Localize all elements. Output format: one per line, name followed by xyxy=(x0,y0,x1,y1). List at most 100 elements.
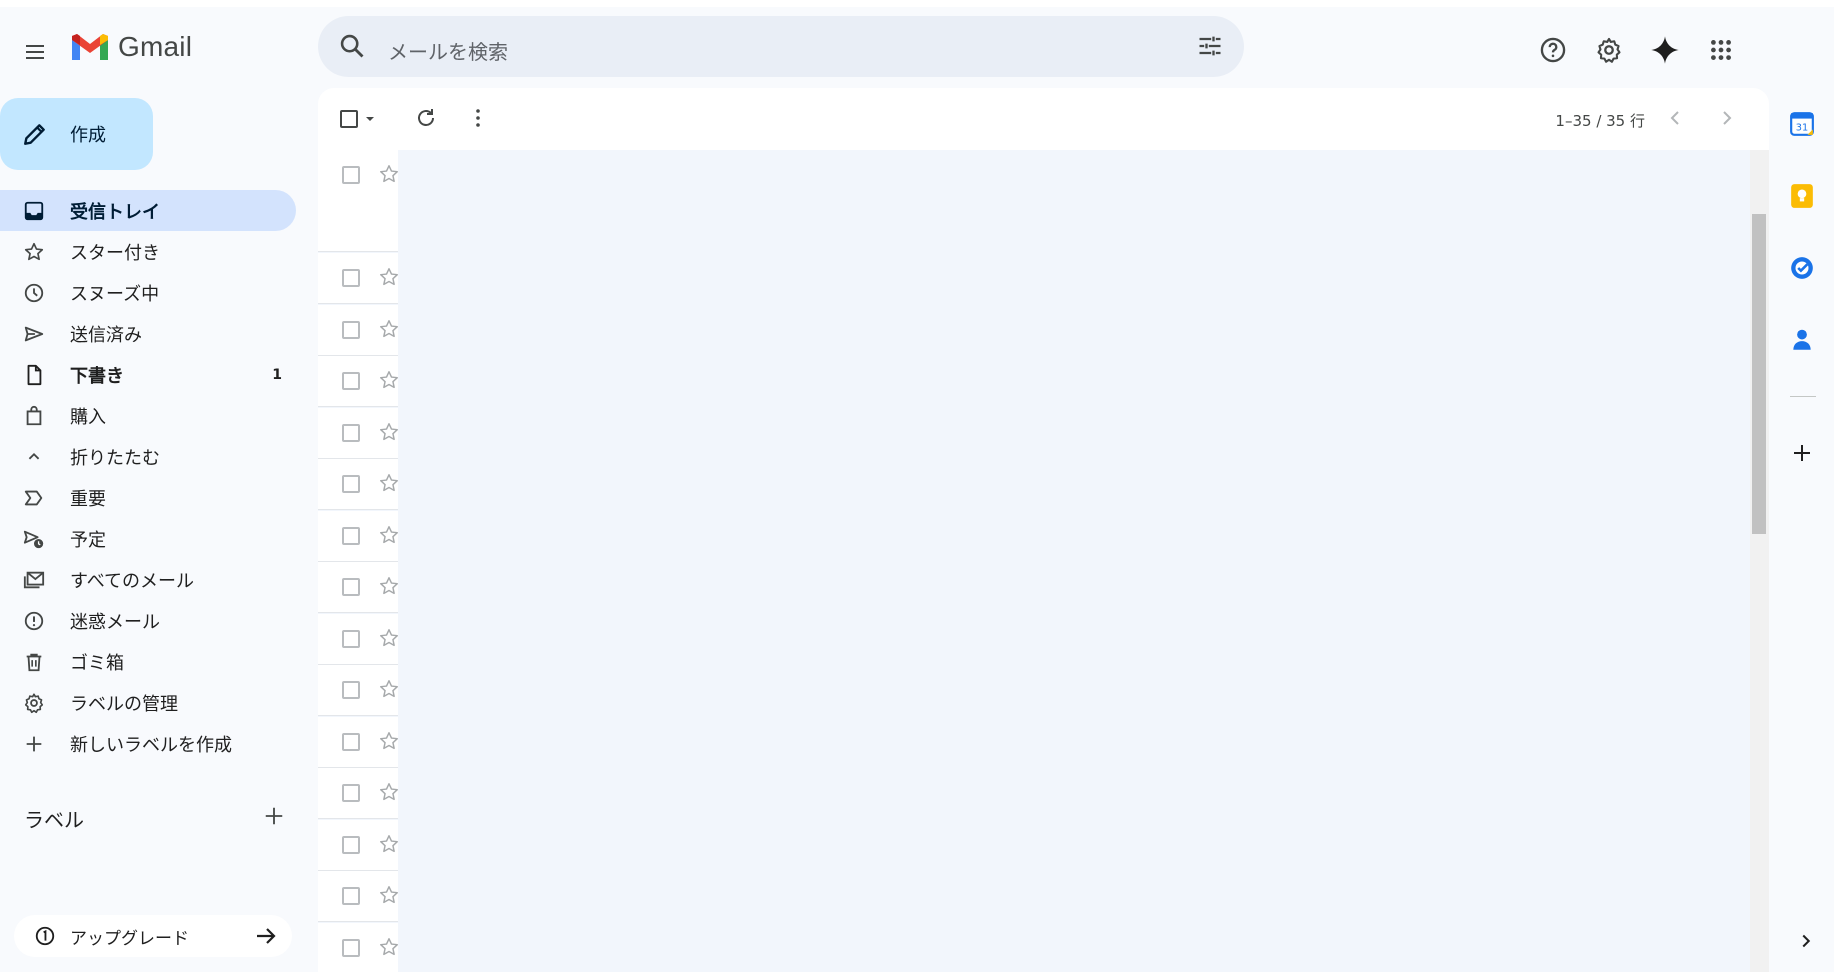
list-item[interactable] xyxy=(318,305,398,356)
star-icon[interactable] xyxy=(378,627,400,649)
sidebar-item-all-mail[interactable]: すべてのメール xyxy=(0,559,296,600)
star-icon[interactable] xyxy=(378,884,400,906)
sidebar-item-spam[interactable]: 迷惑メール xyxy=(0,600,296,641)
storage-alert-icon xyxy=(35,926,55,946)
get-addons-button[interactable] xyxy=(1782,433,1822,473)
sidebar-item-create-label[interactable]: 新しいラベルを作成 xyxy=(0,723,296,764)
list-item[interactable] xyxy=(318,511,398,562)
star-icon[interactable] xyxy=(378,266,400,288)
star-icon[interactable] xyxy=(378,781,400,803)
scrollbar[interactable] xyxy=(1750,150,1769,972)
compose-button[interactable]: 作成 xyxy=(0,98,153,170)
calendar-addon[interactable]: 31 xyxy=(1782,104,1822,144)
sidebar-item-snoozed[interactable]: スヌーズ中 xyxy=(0,272,296,313)
sidebar-item-inbox[interactable]: 受信トレイ xyxy=(0,190,296,231)
list-item[interactable] xyxy=(318,820,398,871)
list-item[interactable] xyxy=(318,717,398,768)
gear-icon xyxy=(22,691,46,715)
tasks-addon[interactable] xyxy=(1782,248,1822,288)
list-item[interactable] xyxy=(318,150,398,252)
plus-icon xyxy=(265,807,283,825)
inbox-icon xyxy=(22,199,46,223)
list-item[interactable] xyxy=(318,356,398,407)
refresh-button[interactable] xyxy=(414,106,438,134)
hide-side-panel-button[interactable] xyxy=(1795,930,1817,956)
add-label-button[interactable] xyxy=(260,802,288,830)
star-icon[interactable] xyxy=(378,936,400,958)
sidebar-item-manage-labels[interactable]: ラベルの管理 xyxy=(0,682,296,723)
row-checkbox[interactable] xyxy=(342,836,360,854)
row-checkbox[interactable] xyxy=(342,475,360,493)
calendar-icon: 31 xyxy=(1790,112,1814,136)
star-icon[interactable] xyxy=(378,730,400,752)
keep-addon[interactable] xyxy=(1782,176,1822,216)
sidebar-item-sent[interactable]: 送信済み xyxy=(0,313,296,354)
newer-button[interactable] xyxy=(1715,106,1739,134)
select-all-checkbox[interactable] xyxy=(340,110,376,128)
scheduled-icon xyxy=(22,527,46,551)
list-item[interactable] xyxy=(318,923,398,972)
sidebar-item-purchases[interactable]: 購入 xyxy=(0,395,296,436)
row-checkbox[interactable] xyxy=(342,269,360,287)
row-checkbox[interactable] xyxy=(342,939,360,957)
header-actions xyxy=(1532,29,1742,71)
sidebar-item-scheduled[interactable]: 予定 xyxy=(0,518,296,559)
support-button[interactable] xyxy=(1532,29,1574,71)
row-checkbox[interactable] xyxy=(342,733,360,751)
list-item[interactable] xyxy=(318,562,398,613)
row-checkbox[interactable] xyxy=(342,578,360,596)
settings-button[interactable] xyxy=(1588,29,1630,71)
star-icon[interactable] xyxy=(378,833,400,855)
more-actions-button[interactable] xyxy=(466,106,490,134)
row-checkbox[interactable] xyxy=(342,321,360,339)
sidebar-item-label: ラベルの管理 xyxy=(70,693,178,715)
list-item[interactable] xyxy=(318,768,398,819)
sidebar-item-starred[interactable]: スター付き xyxy=(0,231,296,272)
search-input[interactable]: メールを検索 xyxy=(388,36,508,65)
list-item[interactable] xyxy=(318,253,398,304)
star-icon[interactable] xyxy=(378,421,400,443)
sparkle-icon xyxy=(1651,36,1679,64)
row-checkbox[interactable] xyxy=(342,166,360,184)
star-icon[interactable] xyxy=(378,575,400,597)
sidebar-item-important[interactable]: 重要 xyxy=(0,477,296,518)
row-checkbox[interactable] xyxy=(342,681,360,699)
sidebar-item-drafts[interactable]: 下書き 1 xyxy=(0,354,296,395)
gemini-button[interactable] xyxy=(1644,29,1686,71)
main-menu-button[interactable] xyxy=(12,29,58,75)
row-checkbox[interactable] xyxy=(342,887,360,905)
svg-text:31: 31 xyxy=(1796,123,1808,134)
older-button[interactable] xyxy=(1663,106,1687,134)
apps-button[interactable] xyxy=(1700,29,1742,71)
row-checkbox[interactable] xyxy=(342,527,360,545)
gmail-logo-icon xyxy=(72,34,108,60)
sidebar-item-collapse[interactable]: 折りたたむ xyxy=(0,436,296,477)
more-vert-icon xyxy=(476,109,480,127)
star-icon[interactable] xyxy=(378,369,400,391)
row-checkbox[interactable] xyxy=(342,372,360,390)
star-icon[interactable] xyxy=(378,678,400,700)
gmail-logo[interactable]: Gmail xyxy=(70,31,192,63)
scrollbar-thumb[interactable] xyxy=(1752,214,1766,534)
row-checkbox[interactable] xyxy=(342,630,360,648)
star-icon[interactable] xyxy=(378,524,400,546)
list-item[interactable] xyxy=(318,665,398,716)
contacts-addon[interactable] xyxy=(1782,320,1822,360)
list-item[interactable] xyxy=(318,408,398,459)
star-icon[interactable] xyxy=(378,163,400,185)
row-checkbox[interactable] xyxy=(342,784,360,802)
star-icon[interactable] xyxy=(378,472,400,494)
search-options-icon[interactable] xyxy=(1196,32,1224,60)
star-icon[interactable] xyxy=(378,318,400,340)
search-icon[interactable] xyxy=(338,32,366,60)
upgrade-button[interactable]: アップグレード xyxy=(14,915,292,957)
sidebar-item-trash[interactable]: ゴミ箱 xyxy=(0,641,296,682)
plus-icon xyxy=(1794,445,1810,461)
list-item[interactable] xyxy=(318,459,398,510)
row-checkbox[interactable] xyxy=(342,424,360,442)
list-item[interactable] xyxy=(318,871,398,922)
sidebar-item-label: ゴミ箱 xyxy=(70,652,124,674)
list-item[interactable] xyxy=(318,614,398,665)
hamburger-icon xyxy=(26,45,44,59)
search-bar[interactable]: メールを検索 xyxy=(318,16,1244,77)
